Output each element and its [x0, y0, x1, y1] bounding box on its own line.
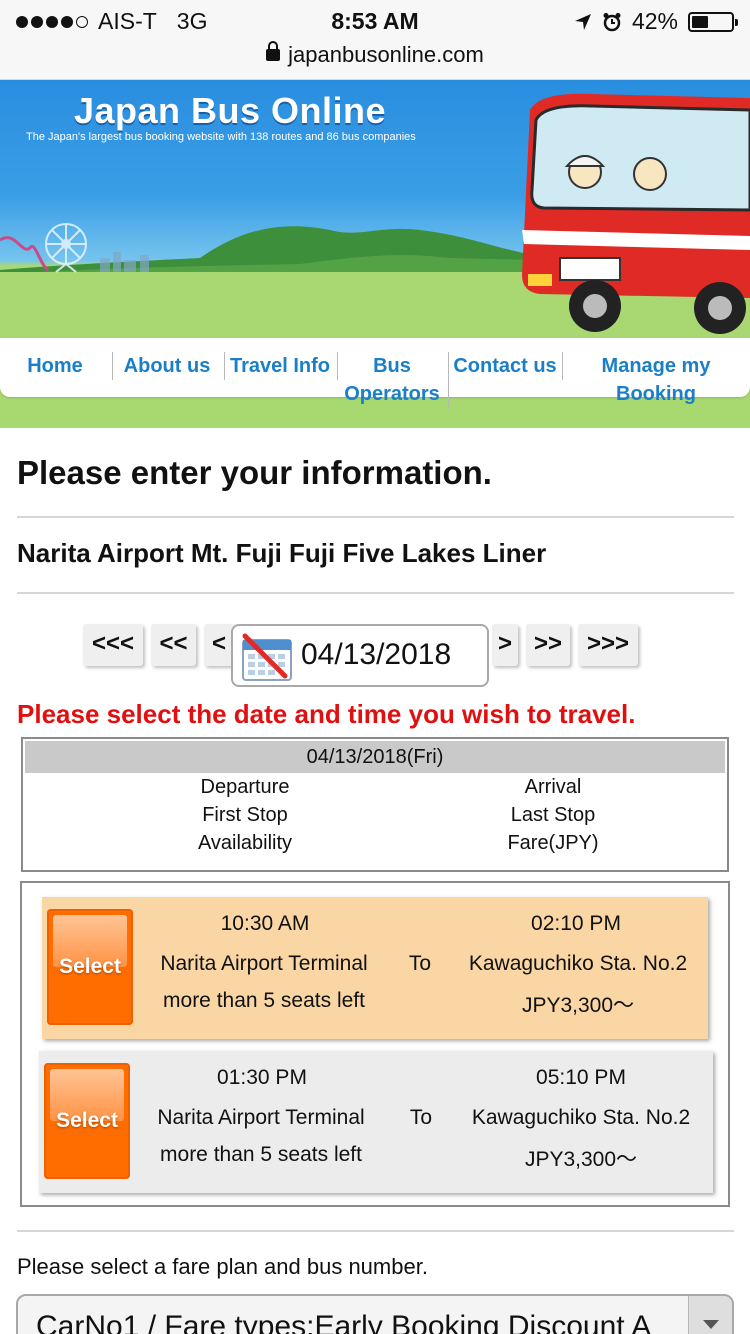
nav-bus-line2: Operators	[344, 383, 440, 405]
chevron-down-icon[interactable]	[688, 1296, 732, 1334]
departure-time: 01:30 PM	[217, 1066, 307, 1089]
arrival-time: 05:10 PM	[536, 1066, 626, 1089]
departure-time: 10:30 AM	[220, 912, 310, 935]
schedule-header: 04/13/2018(Fri) Departure Arrival First …	[21, 737, 729, 872]
alarm-icon	[603, 12, 621, 31]
trip-card: Select 10:30 AM 02:10 PM Narita Airport …	[42, 897, 708, 1039]
select-label: Select	[59, 955, 121, 978]
main-nav: Home About us Travel Info Bus Operators …	[0, 338, 750, 428]
date-warning: Please select the date and time you wish…	[17, 699, 636, 729]
battery-icon	[688, 11, 738, 32]
page-title: Please enter your information.	[17, 454, 492, 491]
site-banner: Japan Bus Online The Japan's largest bus…	[0, 80, 750, 338]
last-stop-label: Last Stop	[510, 804, 596, 826]
availability: more than 5 seats left	[160, 1143, 362, 1166]
divider	[17, 592, 734, 594]
nav-bar: Home About us Travel Info Bus Operators …	[0, 338, 750, 408]
fare-plan-select[interactable]: CarNo1 / Fare types:Early Booking Discou…	[16, 1294, 734, 1334]
nav-divider	[448, 352, 449, 408]
arrival-time: 02:10 PM	[531, 912, 621, 935]
to-label: To	[408, 952, 432, 975]
nav-manage-line2: Booking	[616, 383, 696, 405]
arrival-label: Arrival	[524, 776, 582, 798]
prev-3-button[interactable]: <<<	[83, 624, 143, 666]
divider	[17, 1230, 734, 1232]
site-tagline: The Japan's largest bus booking website …	[26, 131, 416, 143]
nav-bus-operators[interactable]: Bus Operators	[340, 352, 444, 408]
first-stop: Narita Airport Terminal	[160, 952, 368, 975]
nav-contact[interactable]: Contact us	[450, 352, 560, 380]
prev-2-button[interactable]: <<	[151, 624, 196, 666]
lock-icon	[266, 41, 281, 62]
select-button[interactable]: Select	[44, 1063, 130, 1179]
nav-divider	[224, 352, 225, 380]
fare-label: Fare(JPY)	[507, 832, 599, 854]
nav-bus-line1: Bus	[373, 355, 411, 377]
nav-home[interactable]: Home	[14, 352, 96, 380]
first-stop: Narita Airport Terminal	[157, 1106, 365, 1129]
nav-about[interactable]: About us	[120, 352, 214, 380]
fare-plan-label: Please select a fare plan and bus number…	[17, 1254, 428, 1279]
url-text: japanbusonline.com	[288, 42, 484, 67]
address-bar[interactable]: japanbusonline.com	[0, 40, 750, 80]
bus-illustration	[522, 93, 750, 334]
availability-label: Availability	[197, 832, 293, 854]
fare: JPY3,300～	[521, 994, 635, 1017]
prev-1-button[interactable]: <	[204, 624, 234, 666]
location-icon	[574, 13, 591, 30]
nav-travel-info[interactable]: Travel Info	[228, 352, 332, 380]
nav-manage-booking[interactable]: Manage my Booking	[590, 352, 722, 408]
departure-label: Departure	[200, 776, 290, 798]
nav-manage-line1: Manage my	[601, 355, 711, 377]
trip-card: Select 01:30 PM 05:10 PM Narita Airport …	[39, 1051, 713, 1193]
next-2-button[interactable]: >>	[526, 624, 570, 666]
status-bar: AIS-T 3G 8:53 AM 42%	[0, 0, 750, 40]
first-stop-label: First Stop	[202, 804, 288, 826]
date-picker[interactable]: 04/13/2018	[231, 624, 489, 687]
nav-divider	[112, 352, 113, 380]
divider	[17, 516, 734, 518]
availability: more than 5 seats left	[163, 989, 365, 1012]
select-label: Select	[56, 1109, 118, 1132]
route-name: Narita Airport Mt. Fuji Fuji Five Lakes …	[17, 538, 547, 568]
calendar-icon[interactable]	[237, 630, 297, 684]
nav-divider	[337, 352, 338, 380]
status-right: 42%	[574, 8, 738, 35]
next-3-button[interactable]: >>>	[578, 624, 638, 666]
select-button[interactable]: Select	[47, 909, 133, 1025]
nav-divider	[562, 352, 563, 380]
site-logo[interactable]: Japan Bus Online	[74, 90, 386, 132]
schedule-date: 04/13/2018(Fri)	[25, 741, 725, 773]
date-value: 04/13/2018	[301, 638, 452, 671]
last-stop: Kawaguchiko Sta. No.2	[468, 952, 688, 975]
next-1-button[interactable]: >	[492, 624, 518, 666]
fare-plan-value: CarNo1 / Fare types:Early Booking Discou…	[36, 1310, 652, 1334]
last-stop: Kawaguchiko Sta. No.2	[471, 1106, 691, 1129]
fare: JPY3,300～	[524, 1148, 638, 1171]
battery-percent: 42%	[631, 8, 678, 34]
to-label: To	[409, 1106, 433, 1129]
trip-results: Select 10:30 AM 02:10 PM Narita Airport …	[20, 881, 730, 1207]
